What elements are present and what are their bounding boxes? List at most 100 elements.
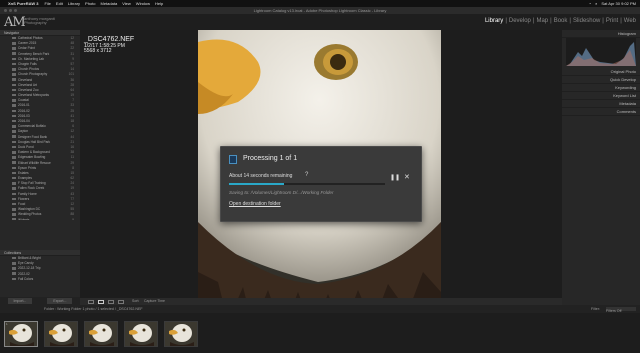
- module-web[interactable]: Web: [624, 18, 636, 24]
- module-map[interactable]: Map: [536, 18, 548, 24]
- folder-icon: [12, 93, 16, 97]
- folder-name: Cleveland Art: [18, 82, 37, 87]
- loupe-view-icon[interactable]: [98, 299, 104, 304]
- photo-info-overlay: _DSC4762.NEF 1/2/17 1:58:25 PM 5568 x 37…: [84, 36, 134, 54]
- close-window-button[interactable]: [4, 9, 7, 12]
- collection-name: Fall Colors: [18, 276, 34, 281]
- filmstrip-thumbnail[interactable]: [84, 321, 118, 347]
- menu-photo[interactable]: Photo: [85, 1, 95, 6]
- folder-name: Church Photos: [18, 67, 40, 72]
- module-library[interactable]: Library: [485, 18, 503, 24]
- open-destination-folder-link[interactable]: Open destination folder: [229, 201, 281, 207]
- menu-window[interactable]: Window: [136, 1, 150, 6]
- module-separator: |: [532, 18, 535, 24]
- folder-row[interactable]: Widgets 9: [0, 218, 80, 220]
- filmstrip: 1: [0, 313, 640, 353]
- search-icon[interactable]: ⌕: [595, 1, 597, 6]
- thumbnail-index: 1: [6, 322, 8, 326]
- folder-icon: [12, 36, 16, 40]
- folder-icon: [12, 109, 16, 113]
- folder-name: Estates: [18, 170, 29, 175]
- folder-icon: [12, 176, 16, 180]
- folder-name: 2016-03: [18, 113, 30, 118]
- folder-name: Cavern 2015: [18, 41, 37, 46]
- folder-name: Designer Food Bank: [18, 134, 48, 139]
- filmstrip-thumbnail[interactable]: [44, 321, 78, 347]
- folder-icon: [12, 78, 16, 81]
- module-print[interactable]: Print: [606, 18, 618, 24]
- wifi-icon[interactable]: ◔: [589, 1, 591, 6]
- folder-icon: [12, 145, 16, 149]
- collection-name: 2022-02: [18, 271, 30, 276]
- library-toolbar: Sort: Capture Time: [80, 298, 562, 305]
- filter-select[interactable]: Filters Off: [606, 307, 636, 313]
- collection-row[interactable]: Fall Colors: [0, 277, 80, 282]
- module-slideshow[interactable]: Slideshow: [573, 18, 600, 24]
- folder-icon: [12, 197, 16, 201]
- survey-view-icon[interactable]: [118, 299, 124, 304]
- filmstrip-thumbnail[interactable]: 1: [4, 321, 38, 347]
- module-separator: |: [602, 18, 604, 24]
- folder-icon: [12, 218, 16, 220]
- menu-library[interactable]: Library: [68, 1, 80, 6]
- dialog-title: Processing 1 of 1: [243, 155, 298, 162]
- pause-button[interactable]: ❚❚: [390, 174, 400, 181]
- menubar-clock[interactable]: Sat Apr 30 9:02 PM: [601, 1, 636, 6]
- folder-icon: [12, 166, 16, 170]
- app-menu[interactable]: XnS PureRAW 3: [8, 1, 38, 6]
- export-button[interactable]: Export...: [47, 298, 73, 304]
- folder-icon: [12, 171, 16, 175]
- menu-view[interactable]: View: [122, 1, 131, 6]
- folder-icon: [12, 202, 16, 206]
- folder-icon: [12, 182, 16, 185]
- folder-name: Chagrin Falls: [18, 61, 37, 66]
- folder-name: Elkhart Wildlife Rescue: [18, 160, 51, 165]
- menu-help[interactable]: Help: [155, 1, 163, 6]
- metadata-header[interactable]: Metadata: [562, 100, 640, 108]
- sort-select[interactable]: Capture Time: [144, 299, 165, 303]
- progress-bar-fill: [229, 183, 284, 185]
- folder-icon: [12, 57, 16, 61]
- grid-view-icon[interactable]: [88, 299, 94, 304]
- original-photo-label: Original Photo: [562, 68, 640, 76]
- folder-name: Wedding Photos: [18, 212, 42, 217]
- module-separator: |: [569, 18, 571, 24]
- collection-name: Brilliant & Bright: [18, 256, 41, 260]
- collection-name: Eye Candy: [18, 261, 34, 266]
- cancel-button[interactable]: ✕: [404, 173, 410, 181]
- menu-file[interactable]: File: [44, 1, 50, 6]
- identity-subtitle: anthony morganti Photography: [24, 17, 55, 25]
- keyword-list-header[interactable]: Keyword List: [562, 92, 640, 100]
- keywording-header[interactable]: Keywording: [562, 84, 640, 92]
- collection-icon: [12, 277, 16, 281]
- module-develop[interactable]: Develop: [509, 18, 531, 24]
- folder-name: Fallen Rock Creek: [18, 186, 45, 191]
- zoom-window-button[interactable]: [14, 9, 17, 12]
- filmstrip-breadcrumb[interactable]: Folder : Working Folder 1 photo / 1 sele…: [44, 305, 143, 313]
- menu-edit[interactable]: Edit: [56, 1, 63, 6]
- quick-develop-header[interactable]: Quick Develop: [562, 76, 640, 84]
- photo-dimensions: 5568 x 3712: [84, 48, 112, 54]
- import-button[interactable]: Import...: [7, 298, 33, 304]
- identity-line-2: Photography: [24, 20, 47, 25]
- help-icon[interactable]: ?: [305, 172, 308, 178]
- folder-icon: [12, 73, 16, 76]
- filmstrip-thumbnail[interactable]: [124, 321, 158, 347]
- sort-label: Sort:: [132, 299, 140, 303]
- folder-name: Examples: [18, 176, 32, 181]
- folder-name: Cedar Point: [18, 46, 35, 51]
- folder-icon: [12, 161, 16, 164]
- comments-header[interactable]: Comments: [562, 108, 640, 116]
- bottom-edge: [0, 353, 640, 360]
- eagle-thumbnail-image: [165, 322, 197, 346]
- window-title: Lightroom Catalog v13.lrcat - Adobe Phot…: [253, 8, 387, 13]
- histogram-header[interactable]: Histogram: [562, 30, 640, 38]
- folder-icon: [12, 83, 16, 87]
- minimize-window-button[interactable]: [9, 9, 12, 12]
- folder-icon: [12, 187, 16, 190]
- menu-metadata[interactable]: Metadata: [101, 1, 118, 6]
- filmstrip-thumbnail[interactable]: [164, 321, 198, 347]
- module-book[interactable]: Book: [554, 18, 568, 24]
- compare-view-icon[interactable]: [108, 299, 114, 304]
- eagle-thumbnail-image: [5, 322, 37, 346]
